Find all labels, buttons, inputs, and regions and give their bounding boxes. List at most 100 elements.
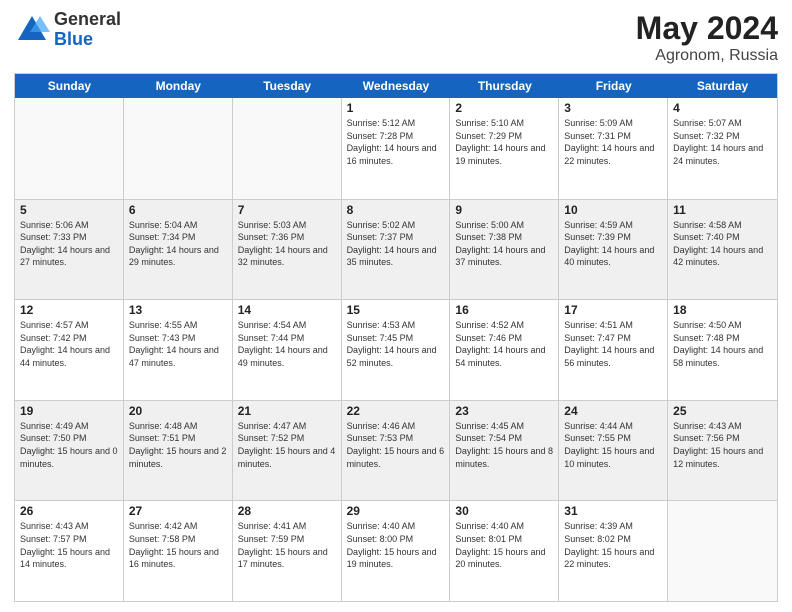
calendar-cell-17: 17 Sunrise: 4:51 AM Sunset: 7:47 PM Dayli… (559, 300, 668, 400)
calendar-cell-empty-4-6 (668, 501, 777, 601)
logo-blue: Blue (54, 30, 121, 50)
calendar-cell-7: 7 Sunrise: 5:03 AM Sunset: 7:36 PM Daylig… (233, 200, 342, 300)
cell-info: Sunrise: 4:40 AM Sunset: 8:01 PM Dayligh… (455, 520, 553, 570)
calendar-cell-6: 6 Sunrise: 5:04 AM Sunset: 7:34 PM Daylig… (124, 200, 233, 300)
header-day-wednesday: Wednesday (342, 74, 451, 98)
cell-info: Sunrise: 4:58 AM Sunset: 7:40 PM Dayligh… (673, 219, 772, 269)
cell-info: Sunrise: 5:02 AM Sunset: 7:37 PM Dayligh… (347, 219, 445, 269)
header-day-thursday: Thursday (450, 74, 559, 98)
calendar-cell-empty-0-2 (233, 98, 342, 199)
calendar-cell-9: 9 Sunrise: 5:00 AM Sunset: 7:38 PM Daylig… (450, 200, 559, 300)
calendar-row-2: 12 Sunrise: 4:57 AM Sunset: 7:42 PM Dayli… (15, 299, 777, 400)
cell-date: 12 (20, 303, 118, 317)
cell-date: 20 (129, 404, 227, 418)
calendar-cell-13: 13Sunrise: 4:55 AM Sunset: 7:43 PM Dayli… (124, 300, 233, 400)
calendar-cell-30: 30Sunrise: 4:40 AM Sunset: 8:01 PM Dayli… (450, 501, 559, 601)
logo: General Blue (14, 10, 121, 50)
cell-info: Sunrise: 4:43 AM Sunset: 7:56 PM Dayligh… (673, 420, 772, 470)
cell-info: Sunrise: 4:44 AM Sunset: 7:55 PM Dayligh… (564, 420, 662, 470)
cell-date: 8 (347, 203, 445, 217)
cell-date: 31 (564, 504, 662, 518)
page: General Blue May 2024 Agronom, Russia Su… (0, 0, 792, 612)
calendar-cell-21: 21Sunrise: 4:47 AM Sunset: 7:52 PM Dayli… (233, 401, 342, 501)
calendar-cell-22: 22 Sunrise: 4:46 AM Sunset: 7:53 PM Dayli… (342, 401, 451, 501)
calendar-cell-19: 19Sunrise: 4:49 AM Sunset: 7:50 PM Dayli… (15, 401, 124, 501)
logo-icon (14, 12, 50, 48)
calendar-cell-10: 10Sunrise: 4:59 AM Sunset: 7:39 PM Dayli… (559, 200, 668, 300)
cell-info: Sunrise: 4:53 AM Sunset: 7:45 PM Dayligh… (347, 319, 445, 369)
calendar-cell-8: 8 Sunrise: 5:02 AM Sunset: 7:37 PM Daylig… (342, 200, 451, 300)
calendar-cell-16: 16 Sunrise: 4:52 AM Sunset: 7:46 PM Dayli… (450, 300, 559, 400)
cell-date: 24 (564, 404, 662, 418)
cell-info: Sunrise: 4:52 AM Sunset: 7:46 PM Dayligh… (455, 319, 553, 369)
title-block: May 2024 Agronom, Russia (636, 10, 778, 65)
calendar-cell-23: 23Sunrise: 4:45 AM Sunset: 7:54 PM Dayli… (450, 401, 559, 501)
cell-info: Sunrise: 5:00 AM Sunset: 7:38 PM Dayligh… (455, 219, 553, 269)
calendar-cell-25: 25 Sunrise: 4:43 AM Sunset: 7:56 PM Dayli… (668, 401, 777, 501)
header-day-sunday: Sunday (15, 74, 124, 98)
calendar-row-4: 26 Sunrise: 4:43 AM Sunset: 7:57 PM Dayli… (15, 500, 777, 601)
cell-info: Sunrise: 4:51 AM Sunset: 7:47 PM Dayligh… (564, 319, 662, 369)
cell-date: 4 (673, 101, 772, 115)
cell-date: 21 (238, 404, 336, 418)
cell-date: 26 (20, 504, 118, 518)
cell-info: Sunrise: 5:06 AM Sunset: 7:33 PM Dayligh… (20, 219, 118, 269)
cell-date: 9 (455, 203, 553, 217)
cell-date: 25 (673, 404, 772, 418)
calendar-cell-18: 18 Sunrise: 4:50 AM Sunset: 7:48 PM Dayli… (668, 300, 777, 400)
header-day-monday: Monday (124, 74, 233, 98)
cell-info: Sunrise: 4:46 AM Sunset: 7:53 PM Dayligh… (347, 420, 445, 470)
header-day-friday: Friday (559, 74, 668, 98)
cell-date: 18 (673, 303, 772, 317)
cell-info: Sunrise: 4:55 AM Sunset: 7:43 PM Dayligh… (129, 319, 227, 369)
cell-info: Sunrise: 4:41 AM Sunset: 7:59 PM Dayligh… (238, 520, 336, 570)
cell-info: Sunrise: 4:54 AM Sunset: 7:44 PM Dayligh… (238, 319, 336, 369)
cell-date: 16 (455, 303, 553, 317)
cell-info: Sunrise: 4:43 AM Sunset: 7:57 PM Dayligh… (20, 520, 118, 570)
cell-date: 15 (347, 303, 445, 317)
calendar-row-1: 5 Sunrise: 5:06 AM Sunset: 7:33 PM Daylig… (15, 199, 777, 300)
cell-date: 10 (564, 203, 662, 217)
cell-date: 28 (238, 504, 336, 518)
calendar-cell-11: 11 Sunrise: 4:58 AM Sunset: 7:40 PM Dayli… (668, 200, 777, 300)
cell-date: 6 (129, 203, 227, 217)
cell-info: Sunrise: 5:04 AM Sunset: 7:34 PM Dayligh… (129, 219, 227, 269)
cell-date: 14 (238, 303, 336, 317)
calendar-cell-3: 3 Sunrise: 5:09 AM Sunset: 7:31 PM Daylig… (559, 98, 668, 199)
cell-date: 7 (238, 203, 336, 217)
cell-date: 29 (347, 504, 445, 518)
cell-info: Sunrise: 4:40 AM Sunset: 8:00 PM Dayligh… (347, 520, 445, 570)
calendar-cell-28: 28 Sunrise: 4:41 AM Sunset: 7:59 PM Dayli… (233, 501, 342, 601)
cell-info: Sunrise: 5:07 AM Sunset: 7:32 PM Dayligh… (673, 117, 772, 167)
cell-info: Sunrise: 5:03 AM Sunset: 7:36 PM Dayligh… (238, 219, 336, 269)
calendar: SundayMondayTuesdayWednesdayThursdayFrid… (14, 73, 778, 602)
cell-info: Sunrise: 4:57 AM Sunset: 7:42 PM Dayligh… (20, 319, 118, 369)
calendar-cell-20: 20Sunrise: 4:48 AM Sunset: 7:51 PM Dayli… (124, 401, 233, 501)
calendar-cell-empty-0-0 (15, 98, 124, 199)
calendar-cell-14: 14 Sunrise: 4:54 AM Sunset: 7:44 PM Dayli… (233, 300, 342, 400)
cell-info: Sunrise: 4:42 AM Sunset: 7:58 PM Dayligh… (129, 520, 227, 570)
calendar-cell-26: 26 Sunrise: 4:43 AM Sunset: 7:57 PM Dayli… (15, 501, 124, 601)
cell-info: Sunrise: 4:49 AM Sunset: 7:50 PM Dayligh… (20, 420, 118, 470)
cell-date: 3 (564, 101, 662, 115)
cell-info: Sunrise: 5:10 AM Sunset: 7:29 PM Dayligh… (455, 117, 553, 167)
title-location: Agronom, Russia (636, 47, 778, 65)
cell-date: 17 (564, 303, 662, 317)
calendar-row-0: 1Sunrise: 5:12 AM Sunset: 7:28 PM Daylig… (15, 98, 777, 199)
header-day-tuesday: Tuesday (233, 74, 342, 98)
cell-date: 22 (347, 404, 445, 418)
calendar-header: SundayMondayTuesdayWednesdayThursdayFrid… (15, 74, 777, 98)
cell-info: Sunrise: 5:09 AM Sunset: 7:31 PM Dayligh… (564, 117, 662, 167)
calendar-cell-5: 5 Sunrise: 5:06 AM Sunset: 7:33 PM Daylig… (15, 200, 124, 300)
cell-date: 5 (20, 203, 118, 217)
cell-info: Sunrise: 4:50 AM Sunset: 7:48 PM Dayligh… (673, 319, 772, 369)
calendar-row-3: 19Sunrise: 4:49 AM Sunset: 7:50 PM Dayli… (15, 400, 777, 501)
calendar-cell-24: 24 Sunrise: 4:44 AM Sunset: 7:55 PM Dayli… (559, 401, 668, 501)
calendar-cell-empty-0-1 (124, 98, 233, 199)
calendar-cell-29: 29 Sunrise: 4:40 AM Sunset: 8:00 PM Dayli… (342, 501, 451, 601)
cell-info: Sunrise: 4:39 AM Sunset: 8:02 PM Dayligh… (564, 520, 662, 570)
calendar-cell-2: 2Sunrise: 5:10 AM Sunset: 7:29 PM Daylig… (450, 98, 559, 199)
logo-text: General Blue (54, 10, 121, 50)
cell-date: 27 (129, 504, 227, 518)
cell-date: 11 (673, 203, 772, 217)
